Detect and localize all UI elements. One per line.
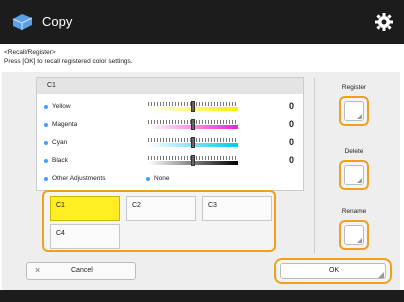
copy-icon <box>12 14 33 30</box>
black-value: 0 <box>288 155 294 165</box>
slider-knob <box>191 155 195 166</box>
black-row: Black 0 <box>44 155 294 168</box>
register-label: Register <box>341 84 367 91</box>
slider-knob <box>191 137 195 148</box>
cyan-label: Cyan <box>52 139 68 146</box>
slot-label: C3 <box>208 202 217 209</box>
instruction-text: Press [OK] to recall registered color se… <box>4 58 133 65</box>
slot-label: C1 <box>56 202 65 209</box>
corner-icon <box>357 178 362 183</box>
other-adjustments-label: Other Adjustments <box>52 175 106 182</box>
gear-icon[interactable] <box>374 12 394 32</box>
magenta-slider <box>148 119 238 130</box>
magenta-value: 0 <box>288 119 294 129</box>
divider <box>314 78 315 254</box>
yellow-value: 0 <box>288 101 294 111</box>
corner-icon <box>378 272 384 278</box>
slot-header: C1 <box>36 77 304 94</box>
black-label: Black <box>52 157 68 164</box>
ok-button[interactable]: OK <box>274 258 392 284</box>
delete-button[interactable] <box>339 160 369 190</box>
ok-label: OK <box>329 267 340 274</box>
bullet-icon <box>44 159 48 163</box>
cyan-slider <box>148 137 238 148</box>
slider-knob <box>191 119 195 130</box>
cancel-button[interactable]: × Cancel <box>26 262 136 280</box>
title-bar: Copy <box>0 0 404 44</box>
black-slider <box>148 155 238 166</box>
cyan-value: 0 <box>288 137 294 147</box>
other-adjustments-row: Other Adjustments None <box>44 174 294 186</box>
app-title: Copy <box>42 14 73 29</box>
slot-label: C4 <box>56 230 65 237</box>
bullet-icon <box>146 177 150 181</box>
magenta-label: Magenta <box>52 121 78 128</box>
instructions: <Recall/Register> Press [OK] to recall r… <box>4 48 133 66</box>
magenta-row: Magenta 0 <box>44 119 294 132</box>
slot-label: C2 <box>132 202 141 209</box>
yellow-slider <box>148 101 238 112</box>
close-icon: × <box>35 265 41 275</box>
slot-group: C1 C2 C3 C4 <box>42 190 276 252</box>
slot-c4[interactable]: C4 <box>50 224 120 249</box>
bullet-icon <box>44 123 48 127</box>
other-adjustments-value: None <box>154 175 170 182</box>
cancel-label: Cancel <box>71 267 93 274</box>
delete-label: Delete <box>344 148 364 155</box>
slot-c2[interactable]: C2 <box>126 196 196 221</box>
register-button[interactable] <box>339 96 369 126</box>
bullet-icon <box>44 105 48 109</box>
yellow-label: Yellow <box>52 103 71 110</box>
instruction-title: <Recall/Register> <box>4 49 56 56</box>
cyan-row: Cyan 0 <box>44 137 294 150</box>
slot-c3[interactable]: C3 <box>202 196 272 221</box>
slot-c1[interactable]: C1 <box>50 196 120 221</box>
corner-icon <box>357 114 362 119</box>
bottom-bar <box>0 290 404 302</box>
bullet-icon <box>44 177 48 181</box>
corner-icon <box>357 238 362 243</box>
rename-label: Rename <box>341 208 367 215</box>
slot-title: C1 <box>47 82 56 89</box>
slider-knob <box>191 101 195 112</box>
rename-button[interactable] <box>339 220 369 250</box>
yellow-row: Yellow 0 <box>44 101 294 114</box>
bullet-icon <box>44 141 48 145</box>
